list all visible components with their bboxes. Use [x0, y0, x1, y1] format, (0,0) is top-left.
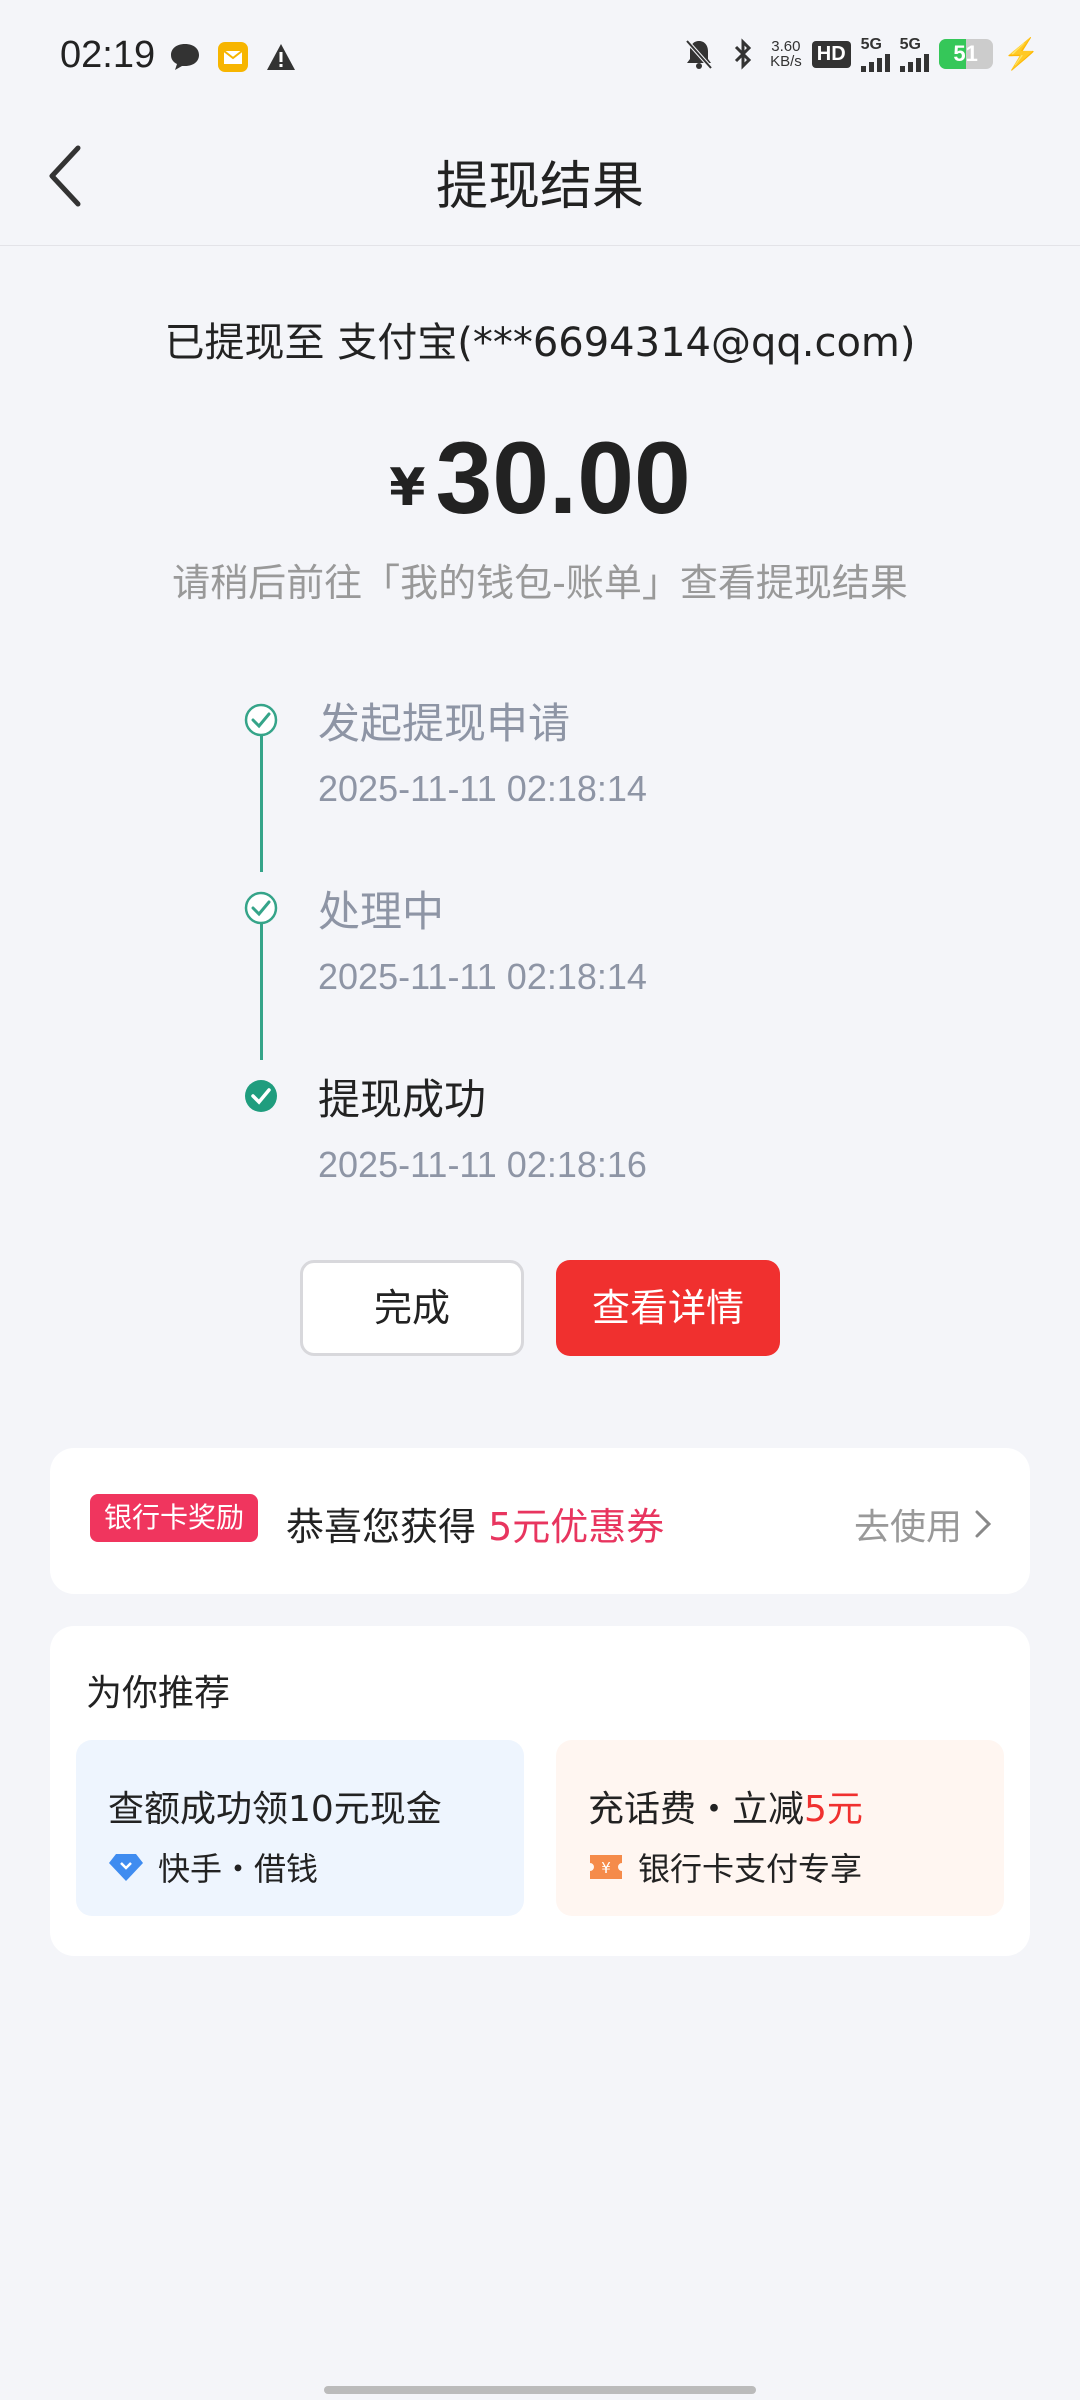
- check-outline-icon: [244, 891, 278, 925]
- hd-icon: HD: [811, 40, 851, 68]
- step-time: 2025-11-11 02:18:16: [318, 1144, 647, 1185]
- recommend-item-title: 查额成功领10元现金: [108, 1789, 442, 1830]
- home-indicator[interactable]: [324, 2386, 756, 2394]
- step-label: 发起提现申请: [318, 699, 571, 748]
- network-speed: 3.60 KB/s: [770, 39, 802, 69]
- step-label: 处理中: [318, 887, 445, 936]
- mail-icon: [216, 40, 250, 74]
- mute-bell-icon: [682, 37, 716, 71]
- reward-coupon: 5元优惠券: [488, 1505, 665, 1549]
- use-coupon-label: 去使用: [853, 1507, 962, 1548]
- notification-icons: [168, 40, 298, 74]
- recommend-item-title-prefix: 充话费・立减: [588, 1789, 805, 1830]
- system-status-icons: 3.60 KB/s HD 5G 5G 51 ⚡: [682, 36, 1040, 72]
- diamond-icon: [109, 1854, 143, 1881]
- view-details-button[interactable]: 查看详情: [556, 1260, 780, 1356]
- timeline-connector: [260, 914, 263, 1060]
- bluetooth-icon: [726, 37, 760, 71]
- recommend-item-sub: 银行卡支付专享: [638, 1850, 863, 1888]
- recommend-item-phone-topup[interactable]: 充话费・立减5元 ¥ 银行卡支付专享: [556, 1740, 1004, 1916]
- reward-tag: 银行卡奖励: [90, 1494, 259, 1542]
- recommend-item-loan[interactable]: 查额成功领10元现金 快手・借钱: [76, 1740, 524, 1916]
- use-coupon-link[interactable]: 去使用: [854, 1498, 994, 1550]
- currency-symbol: ¥: [389, 458, 426, 518]
- recommend-item-source: ¥ 银行卡支付专享: [588, 1844, 862, 1890]
- warning-icon: [264, 40, 298, 74]
- recommend-title: 为你推荐: [86, 1673, 231, 1714]
- coupon-ticket-icon: ¥: [590, 1855, 622, 1879]
- step-time: 2025-11-11 02:18:14: [318, 768, 647, 809]
- recommend-card: 为你推荐 查额成功领10元现金 快手・借钱 充话费・立减5元 ¥ 银行卡支付专享: [50, 1626, 1030, 1956]
- timeline-connector: [260, 726, 263, 872]
- message-icon: [168, 40, 202, 74]
- nav-bar: 提现结果: [0, 110, 1080, 246]
- step-time: 2025-11-11 02:18:14: [318, 956, 647, 997]
- result-hint: 请稍后前往「我的钱包-账单」查看提现结果: [172, 561, 908, 605]
- battery-level: 51: [953, 41, 978, 66]
- step-label: 提现成功: [318, 1075, 487, 1124]
- check-filled-icon: [245, 1080, 277, 1112]
- network-speed-value: 3.60: [771, 38, 801, 55]
- battery-icon: 51: [938, 39, 993, 69]
- withdraw-amount: ¥30.00: [0, 420, 1080, 537]
- reward-text: 恭喜您获得 5元优惠券: [286, 1496, 664, 1551]
- check-outline-icon: [244, 703, 278, 737]
- status-time: 02:19: [60, 34, 156, 76]
- done-button[interactable]: 完成: [300, 1260, 524, 1356]
- reward-card[interactable]: 银行卡奖励 恭喜您获得 5元优惠券 去使用: [50, 1448, 1030, 1594]
- recommend-item-source: 快手・借钱: [108, 1844, 318, 1890]
- svg-text:¥: ¥: [601, 1859, 611, 1877]
- recommend-item-sub: 快手・借钱: [158, 1850, 319, 1888]
- page-title: 提现结果: [435, 157, 644, 217]
- withdraw-destination: 已提现至 支付宝(***6694314@qq.com): [164, 320, 916, 366]
- recommend-item-discount: 5元: [804, 1789, 863, 1830]
- sim1-label: 5G: [860, 36, 882, 53]
- reward-text-prefix: 恭喜您获得: [286, 1505, 489, 1549]
- sim2-label: 5G: [899, 36, 921, 53]
- sim2-signal-icon: 5G: [899, 36, 929, 72]
- sim1-signal-icon: 5G: [860, 36, 890, 72]
- recommend-item-title: 充话费・立减5元: [588, 1780, 863, 1832]
- amount-value: 30.00: [435, 421, 691, 535]
- status-bar: 02:19 3.60 KB/s HD 5G 5G 51 ⚡: [0, 0, 1080, 110]
- network-speed-unit: KB/s: [770, 53, 802, 70]
- chevron-right-icon: [975, 1510, 992, 1538]
- charging-icon: ⚡: [1002, 37, 1040, 71]
